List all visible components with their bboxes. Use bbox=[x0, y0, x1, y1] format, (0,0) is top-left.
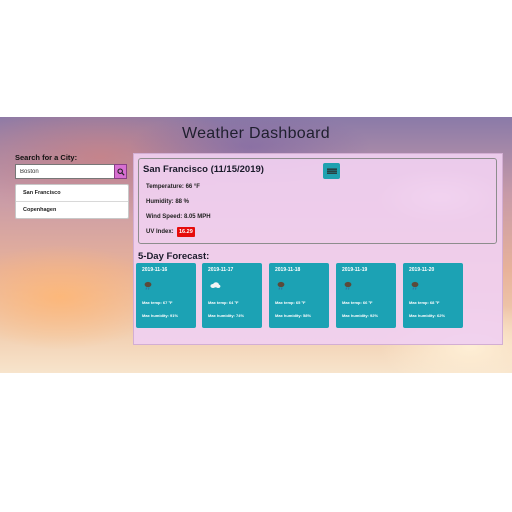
cloud-icon bbox=[210, 282, 221, 288]
page-title: Weather Dashboard bbox=[182, 125, 330, 142]
forecast-date: 2019-11-16 bbox=[142, 267, 168, 273]
forecast-max-temp: Max temp: 67 °F bbox=[142, 300, 173, 305]
forecast-date: 2019-11-20 bbox=[409, 267, 435, 273]
rain-icon bbox=[411, 281, 419, 290]
forecast-title: 5-Day Forecast: bbox=[138, 251, 210, 262]
current-humidity: Humidity: 88 % bbox=[146, 199, 190, 205]
forecast-card: 2019-11-18 Max temp: 65 °F Max humidity:… bbox=[269, 263, 329, 328]
forecast-max-temp: Max temp: 65 °F bbox=[275, 300, 306, 305]
rain-icon bbox=[144, 281, 152, 290]
search-label: Search for a City: bbox=[15, 153, 78, 162]
forecast-date: 2019-11-19 bbox=[342, 267, 368, 273]
rain-icon bbox=[344, 281, 352, 290]
forecast-date: 2019-11-17 bbox=[208, 267, 234, 273]
forecast-date: 2019-11-18 bbox=[275, 267, 301, 273]
forecast-max-humidity: Max humidity: 74% bbox=[208, 313, 245, 318]
current-wind-speed: Wind Speed: 8.05 MPH bbox=[146, 214, 211, 220]
forecast-card: 2019-11-17 Max temp: 64 °F Max humidity:… bbox=[202, 263, 262, 328]
uv-index-badge: 16.29 bbox=[177, 227, 195, 237]
forecast-max-temp: Max temp: 64 °F bbox=[208, 300, 239, 305]
search-history: San Francisco Copenhagen bbox=[15, 184, 129, 219]
history-item-copenhagen[interactable]: Copenhagen bbox=[16, 202, 128, 218]
search-button[interactable] bbox=[114, 164, 127, 179]
rain-icon bbox=[277, 281, 285, 290]
search-input[interactable] bbox=[15, 164, 121, 179]
weather-icon bbox=[323, 163, 340, 179]
forecast-max-temp: Max temp: 68 °F bbox=[409, 300, 440, 305]
search-icon bbox=[116, 167, 125, 176]
forecast-max-humidity: Max humidity: 58% bbox=[275, 313, 312, 318]
current-city-heading: San Francisco (11/15/2019) bbox=[143, 164, 264, 175]
forecast-card: 2019-11-19 Max temp: 66 °F Max humidity:… bbox=[336, 263, 396, 328]
history-item-san-francisco[interactable]: San Francisco bbox=[16, 185, 128, 202]
forecast-max-temp: Max temp: 66 °F bbox=[342, 300, 373, 305]
forecast-max-humidity: Max humidity: 91% bbox=[142, 313, 179, 318]
forecast-max-humidity: Max humidity: 92% bbox=[342, 313, 379, 318]
current-temperature: Temperature: 66 °F bbox=[146, 184, 200, 190]
forecast-card: 2019-11-20 Max temp: 68 °F Max humidity:… bbox=[403, 263, 463, 328]
forecast-card: 2019-11-16 Max temp: 67 °F Max humidity:… bbox=[136, 263, 196, 328]
uv-index-label: UV Index: bbox=[146, 229, 174, 235]
forecast-max-humidity: Max humidity: 62% bbox=[409, 313, 446, 318]
